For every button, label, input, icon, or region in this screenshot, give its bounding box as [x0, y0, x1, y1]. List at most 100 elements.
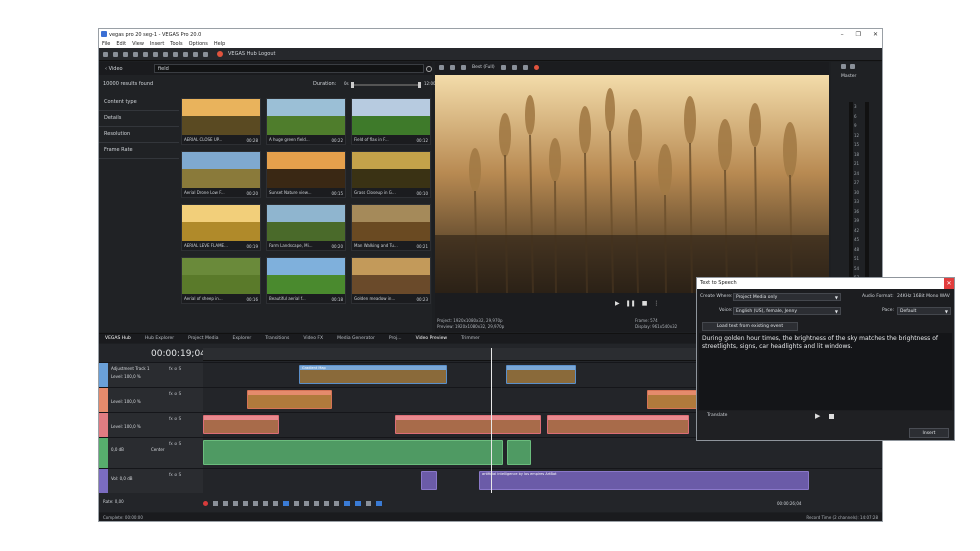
stock-thumbnail[interactable]: Field of flax in F... 00:12 — [351, 98, 431, 145]
tts-stop-icon[interactable] — [829, 414, 834, 419]
snapping-button[interactable] — [344, 501, 350, 506]
audio-clip[interactable]: artificial intelligence by los empires A… — [479, 471, 809, 490]
play-button[interactable] — [233, 501, 238, 506]
open-icon[interactable] — [113, 51, 118, 57]
normal-edit-tool-button[interactable] — [283, 501, 289, 506]
menu-insert[interactable]: Insert — [150, 41, 164, 47]
stock-thumbnail[interactable]: Grass Closeup in G... 00:10 — [351, 151, 431, 198]
copy-icon[interactable] — [163, 51, 168, 57]
tab-hub-explorer[interactable]: Hub Explorer — [145, 336, 174, 341]
save-snapshot-icon[interactable] — [522, 65, 528, 70]
copy-snapshot-icon[interactable] — [511, 65, 517, 70]
record-button[interactable] — [203, 501, 208, 506]
hub-logout-link[interactable]: VEGAS Hub Logout — [228, 51, 275, 57]
stock-thumbnail[interactable]: AERIAL CLOSE UP... 00:28 — [181, 98, 261, 145]
render-icon[interactable] — [133, 51, 138, 57]
stock-thumbnail[interactable]: Beautiful aerial f... 00:18 — [266, 257, 346, 304]
split-button[interactable] — [334, 501, 339, 506]
save-icon[interactable] — [123, 51, 128, 57]
tab-transitions[interactable]: Transitions — [265, 336, 289, 341]
new-icon[interactable] — [103, 51, 108, 57]
menu-edit[interactable]: Edit — [116, 41, 126, 47]
preview-settings-icon[interactable] — [439, 65, 444, 70]
tab-vegas-hub[interactable]: VEGAS Hub — [105, 336, 131, 341]
maximize-icon[interactable]: ❐ — [856, 31, 861, 38]
paste-icon[interactable] — [173, 51, 178, 57]
track-controls[interactable]: fx ⊘ S — [169, 416, 181, 421]
insert-button[interactable]: Insert — [909, 428, 949, 438]
video-clip[interactable] — [203, 415, 279, 434]
minimize-icon[interactable]: – — [841, 31, 844, 38]
track-controls[interactable]: fx ⊘ S — [169, 441, 181, 446]
filter-content-type[interactable]: Content type — [99, 95, 179, 111]
audio-clip[interactable] — [203, 440, 503, 465]
video-clip[interactable] — [547, 415, 689, 434]
duration-max-handle[interactable] — [418, 82, 421, 88]
duration-slider[interactable] — [351, 82, 421, 88]
tab-video-fx[interactable]: Video FX — [303, 336, 323, 341]
cut-icon[interactable] — [153, 51, 158, 57]
pause-button[interactable] — [243, 501, 248, 506]
menu-help[interactable]: Help — [214, 41, 225, 47]
video-clip[interactable] — [506, 365, 576, 384]
split-screen-icon[interactable] — [461, 65, 466, 70]
tab-video-preview[interactable]: Video Preview — [416, 336, 448, 341]
back-video-button[interactable]: ‹ Video — [105, 66, 123, 72]
go-to-start-button[interactable] — [263, 501, 268, 506]
menu-tools[interactable]: Tools — [170, 41, 182, 47]
tab-project-media[interactable]: Project Media — [188, 336, 218, 341]
stop-button[interactable] — [253, 501, 258, 506]
audio-clip[interactable] — [421, 471, 437, 490]
record-icon[interactable] — [533, 65, 539, 70]
redo-icon[interactable] — [203, 51, 208, 57]
tab-media-generator[interactable]: Media Generator — [337, 336, 375, 341]
overlays-icon[interactable] — [500, 65, 506, 70]
menu-view[interactable]: View — [132, 41, 144, 47]
audio-format-value[interactable]: 24KHz 16Bit Mono WAV — [897, 294, 950, 299]
search-input[interactable]: field — [154, 64, 432, 73]
more-icon[interactable]: ⋮ — [653, 300, 659, 307]
voice-select[interactable]: English (US), female, Jenny ▼ — [733, 307, 841, 315]
track-controls[interactable]: fx ⊘ S — [169, 391, 181, 396]
delete-icon[interactable] — [183, 51, 188, 57]
tab-trimmer[interactable]: Trimmer — [461, 336, 480, 341]
selection-tool-button[interactable] — [304, 501, 309, 506]
tts-play-icon[interactable]: ▶ — [815, 412, 820, 420]
envelope-tool-button[interactable] — [294, 501, 299, 506]
dialog-close-icon[interactable]: ✕ — [944, 278, 954, 289]
duration-min-handle[interactable] — [351, 82, 354, 88]
tab-project-notes[interactable]: Proj... — [389, 336, 402, 341]
menu-file[interactable]: File — [102, 41, 110, 47]
filter-details[interactable]: Details — [99, 111, 179, 127]
pace-select[interactable]: Default ▼ — [897, 307, 951, 315]
loop-button[interactable] — [213, 501, 218, 506]
close-icon[interactable]: ✕ — [873, 31, 878, 38]
play-icon[interactable]: ▶ — [615, 300, 620, 307]
audio-clip[interactable] — [507, 440, 531, 465]
undo-icon[interactable] — [193, 51, 198, 57]
video-clip[interactable] — [247, 390, 332, 409]
stock-thumbnail[interactable]: Aerial of sheep in... 00:16 — [181, 257, 261, 304]
track-controls[interactable]: fx ⊘ S — [169, 366, 181, 371]
tab-explorer[interactable]: Explorer — [232, 336, 251, 341]
stock-thumbnail[interactable]: AERIAL LEVE FLAME... 00:19 — [181, 204, 261, 251]
preview-fx-icon[interactable] — [450, 65, 455, 70]
stock-thumbnail[interactable]: A huge green field... 00:22 — [266, 98, 346, 145]
preview-quality-select[interactable]: Best (Full) — [472, 65, 495, 70]
create-where-select[interactable]: Project Media only ▼ — [733, 293, 841, 301]
stock-thumbnail[interactable]: Golden meadow in... 00:23 — [351, 257, 431, 304]
video-clip[interactable]: Gradient Map — [299, 365, 447, 384]
meter-settings-icon[interactable] — [841, 64, 846, 69]
properties-icon[interactable] — [143, 51, 148, 57]
auto-ripple-button[interactable] — [355, 501, 361, 506]
filter-frame-rate[interactable]: Frame Rate — [99, 143, 179, 159]
track-controls[interactable]: fx ⊘ S — [169, 472, 181, 477]
translate-button[interactable]: Translate — [707, 413, 727, 418]
stock-thumbnail[interactable]: Man Walking and Tu... 00:21 — [351, 204, 431, 251]
stock-thumbnail[interactable]: Farm Landscape, Mi... 00:20 — [266, 204, 346, 251]
menu-options[interactable]: Options — [189, 41, 208, 47]
delete-tool-button[interactable] — [314, 501, 319, 506]
load-text-button[interactable]: Load text from existing event — [702, 322, 798, 331]
trim-tool-button[interactable] — [324, 501, 329, 506]
play-from-start-button[interactable] — [223, 501, 228, 506]
